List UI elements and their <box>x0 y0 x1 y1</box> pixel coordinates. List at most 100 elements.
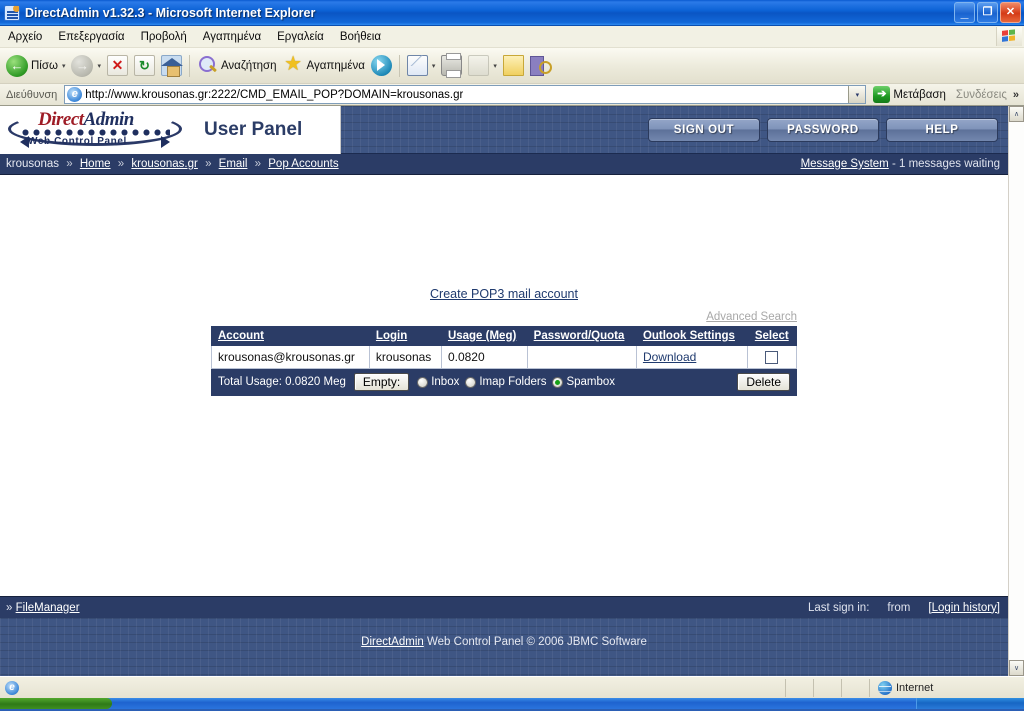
footer-left: » FileManager <box>6 602 80 614</box>
table-header-row: Account Login Usage (Meg) Password/Quota… <box>211 326 798 346</box>
breadcrumb-item-home[interactable]: Home <box>80 158 111 170</box>
forward-arrow-icon: → <box>71 54 94 77</box>
login-history-link[interactable]: [Login history] <box>928 602 1000 614</box>
browser-viewport: DirectAdmin Web Control Panel User Panel… <box>0 106 1024 676</box>
empty-button[interactable]: Empty: <box>353 373 410 392</box>
print-button[interactable] <box>438 51 465 81</box>
address-url-text: http://www.krousonas.gr:2222/CMD_EMAIL_P… <box>85 88 464 101</box>
close-icon: ✕ <box>1005 6 1016 18</box>
radio-inbox[interactable] <box>417 376 429 388</box>
menu-item-tools[interactable]: Εργαλεία <box>269 29 332 45</box>
chevron-down-icon[interactable]: ▾ <box>62 62 66 70</box>
windows-logo-button[interactable] <box>996 27 1022 46</box>
password-button[interactable]: PASSWORD <box>767 117 879 142</box>
page-title: User Panel <box>204 118 303 140</box>
menu-item-file[interactable]: Αρχείο <box>0 29 50 45</box>
vertical-scrollbar[interactable]: ∧ ∨ <box>1008 106 1024 676</box>
refresh-button[interactable]: ↻ <box>131 51 158 81</box>
media-button[interactable] <box>368 51 395 81</box>
printer-icon <box>441 53 463 78</box>
breadcrumb-item-pop-accounts[interactable]: Pop Accounts <box>268 158 338 170</box>
column-header-password-quota[interactable]: Password/Quota <box>526 326 637 346</box>
address-dropdown-button[interactable]: ▾ <box>848 86 866 103</box>
browser-toolbar: ← Πίσω ▾ → ▾ ✕ ↻ Αναζήτηση ★ Αγαπημένα ▾… <box>0 48 1024 84</box>
toolbar-overflow-icon[interactable]: » <box>1013 89 1022 101</box>
directadmin-logo: DirectAdmin Web Control Panel <box>6 108 184 152</box>
search-button[interactable]: Αναζήτηση <box>194 51 280 81</box>
column-header-select[interactable]: Select <box>746 326 798 346</box>
advanced-search-link[interactable]: Advanced Search <box>211 311 797 323</box>
search-label: Αναζήτηση <box>220 59 277 72</box>
radio-imap-folders[interactable] <box>465 376 477 388</box>
last-sign-in-label: Last sign in: <box>808 601 870 614</box>
radio-inbox-label: Inbox <box>431 376 460 389</box>
search-icon <box>197 55 218 76</box>
row-select-checkbox[interactable] <box>765 351 779 365</box>
start-button[interactable] <box>0 698 112 709</box>
home-button[interactable] <box>158 51 185 81</box>
edit-chevron-down-icon[interactable]: ▾ <box>493 62 497 70</box>
breadcrumb-item-email[interactable]: Email <box>219 158 248 170</box>
menu-item-view[interactable]: Προβολή <box>133 29 195 45</box>
go-arrow-icon: ➔ <box>873 86 891 103</box>
edit-button[interactable]: ▾ <box>465 51 500 81</box>
links-label[interactable]: Συνδέσεις <box>953 89 1010 101</box>
create-pop3-account-link[interactable]: Create POP3 mail account <box>0 287 1008 301</box>
forward-button[interactable]: → ▾ <box>68 51 104 81</box>
scroll-up-button[interactable]: ∧ <box>1009 106 1024 122</box>
ie-window-icon <box>4 4 20 21</box>
cell-password-quota[interactable] <box>526 344 637 370</box>
taskbar-items[interactable] <box>112 698 916 709</box>
page-content: DirectAdmin Web Control Panel User Panel… <box>0 106 1008 676</box>
message-count-text: - 1 messages waiting <box>891 158 1000 170</box>
minimize-button[interactable]: _ <box>954 2 975 23</box>
cell-usage: 0.0820 <box>440 344 528 370</box>
favorites-button[interactable]: ★ Αγαπημένα <box>280 51 368 81</box>
scrollbar-track[interactable] <box>1009 122 1024 660</box>
column-header-account[interactable]: Account <box>211 326 370 346</box>
table-total-bar: Total Usage: 0.0820 Meg Empty: Inbox Ima… <box>211 369 797 397</box>
address-input[interactable]: http://www.krousonas.gr:2222/CMD_EMAIL_P… <box>64 85 867 104</box>
forward-chevron-down-icon[interactable]: ▾ <box>97 62 101 70</box>
logo-title-direct: Direct <box>38 108 84 130</box>
from-label: from <box>887 601 911 614</box>
go-button[interactable]: ➔ Μετάβαση <box>869 86 950 103</box>
message-system-link[interactable]: Message System <box>801 158 889 170</box>
menu-item-help[interactable]: Βοήθεια <box>332 29 389 45</box>
mail-button[interactable]: ▾ <box>404 51 439 81</box>
column-header-outlook-settings[interactable]: Outlook Settings <box>635 326 748 346</box>
footer-right: Last sign in: from [Login history] <box>808 602 1000 614</box>
home-icon <box>160 55 183 77</box>
delete-button[interactable]: Delete <box>737 373 790 392</box>
restore-button[interactable]: ❐ <box>977 2 998 23</box>
address-label: Διεύθυνση <box>6 88 58 101</box>
filemanager-link[interactable]: FileManager <box>16 602 80 614</box>
security-zone-indicator[interactable]: Internet <box>869 678 1024 697</box>
sign-out-button[interactable]: SIGN OUT <box>648 117 760 142</box>
column-header-usage[interactable]: Usage (Meg) <box>440 326 528 346</box>
menu-item-favorites[interactable]: Αγαπημένα <box>195 29 269 45</box>
menu-item-edit[interactable]: Επεξεργασία <box>50 29 132 45</box>
window-title: DirectAdmin v1.32.3 - Microsoft Internet… <box>25 5 316 20</box>
radio-spambox[interactable] <box>552 376 564 388</box>
mail-chevron-down-icon[interactable]: ▾ <box>432 62 436 70</box>
stop-button[interactable]: ✕ <box>104 51 131 81</box>
breadcrumb-item-domain[interactable]: krousonas.gr <box>131 158 197 170</box>
directadmin-link[interactable]: DirectAdmin <box>361 636 424 648</box>
system-tray[interactable] <box>916 698 1024 709</box>
scroll-down-button[interactable]: ∨ <box>1009 660 1024 676</box>
back-button[interactable]: ← Πίσω ▾ <box>3 51 68 81</box>
breadcrumb: krousonas » Home » krousonas.gr » Email … <box>0 154 1008 175</box>
cell-login: krousonas <box>368 344 442 370</box>
chevron-up-icon: ∧ <box>1013 111 1020 118</box>
cell-account: krousonas@krousonas.gr <box>211 344 370 370</box>
help-button[interactable]: HELP <box>886 117 998 142</box>
notes-button[interactable] <box>500 51 527 81</box>
minimize-icon: _ <box>960 4 969 20</box>
table-head: Account Login Usage (Meg) Password/Quota… <box>211 326 798 346</box>
star-icon: ★ <box>284 53 302 75</box>
column-header-login[interactable]: Login <box>368 326 442 346</box>
close-button[interactable]: ✕ <box>1000 2 1021 23</box>
discuss-button[interactable] <box>527 51 554 81</box>
download-outlook-settings-link[interactable]: Download <box>643 350 696 364</box>
